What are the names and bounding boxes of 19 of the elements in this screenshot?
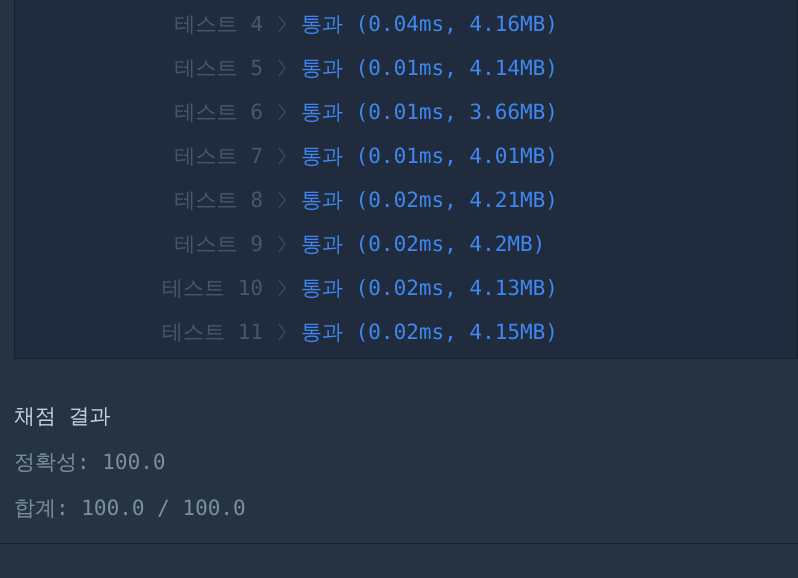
test-result: 통과 (0.02ms, 4.21MB) xyxy=(301,187,558,214)
chevron-icon xyxy=(277,322,287,342)
chevron-icon xyxy=(277,14,287,34)
test-result: 통과 (0.01ms, 4.01MB) xyxy=(301,143,558,170)
score-text: 정확성: 100.0 xyxy=(14,449,167,476)
score-text: 합계: 100.0 / 100.0 xyxy=(14,495,247,522)
chevron-icon xyxy=(277,58,287,78)
test-result: 통과 (0.02ms, 4.13MB) xyxy=(301,275,558,302)
test-result: 통과 (0.01ms, 4.14MB) xyxy=(301,55,558,82)
test-result: 통과 (0.02ms, 4.15MB) xyxy=(301,319,558,346)
chevron-icon xyxy=(277,234,287,254)
test-result: 통과 (0.01ms, 3.66MB) xyxy=(301,99,558,126)
chevron-icon xyxy=(277,190,287,210)
chevron-icon xyxy=(277,146,287,166)
test-result: 통과 (0.04ms, 4.16MB) xyxy=(301,11,558,38)
chevron-icon xyxy=(277,102,287,122)
grading-title: 채점 결과 xyxy=(14,403,112,430)
test-result: 통과 (0.02ms, 4.2MB) xyxy=(301,231,546,258)
chevron-icon xyxy=(277,278,287,298)
